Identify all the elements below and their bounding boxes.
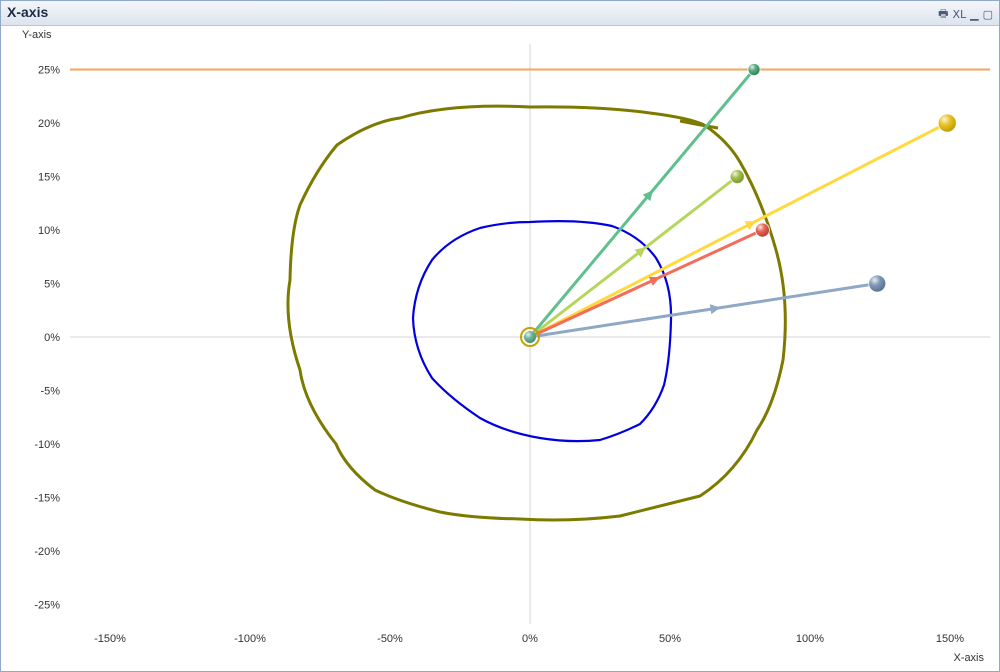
y-tick-label: -25% — [34, 600, 60, 612]
y-tick-label: 15% — [38, 172, 60, 184]
series-point-gloss — [938, 114, 957, 132]
series-point-gloss — [748, 63, 760, 76]
y-axis-label: Y-axis — [22, 29, 52, 41]
y-tick-label: 10% — [38, 225, 60, 237]
y-tick-label: -20% — [34, 546, 60, 558]
x-axis-label: X-axis — [953, 652, 984, 664]
outer-loop-annotation — [286, 104, 787, 522]
series-point-gloss — [755, 223, 770, 237]
series-point-gloss — [730, 169, 745, 184]
y-tick-label: 20% — [38, 118, 60, 130]
y-tick-label: -15% — [34, 493, 60, 505]
origin-point-gloss — [524, 331, 536, 343]
scatter-chart: Y-axis X-axis 25% 20% 15% 10% 5% 0% -5% -10% -15… — [22, 29, 990, 664]
series-vector — [528, 68, 756, 338]
x-tick-label: -100% — [234, 633, 266, 645]
y-tick-label: 25% — [38, 65, 60, 77]
x-tick-label: 0% — [522, 633, 538, 645]
y-tick-label: -10% — [34, 439, 60, 451]
x-tick-label: -150% — [94, 633, 126, 645]
y-tick-label: 5% — [44, 279, 60, 291]
y-tick-label: -5% — [40, 386, 60, 398]
x-tick-label: 150% — [936, 633, 964, 645]
y-tick-label: 0% — [44, 332, 60, 344]
x-tick-label: -50% — [377, 633, 403, 645]
x-tick-label: 100% — [796, 633, 824, 645]
x-tick-label: 50% — [659, 633, 681, 645]
series-point-gloss — [868, 275, 886, 292]
